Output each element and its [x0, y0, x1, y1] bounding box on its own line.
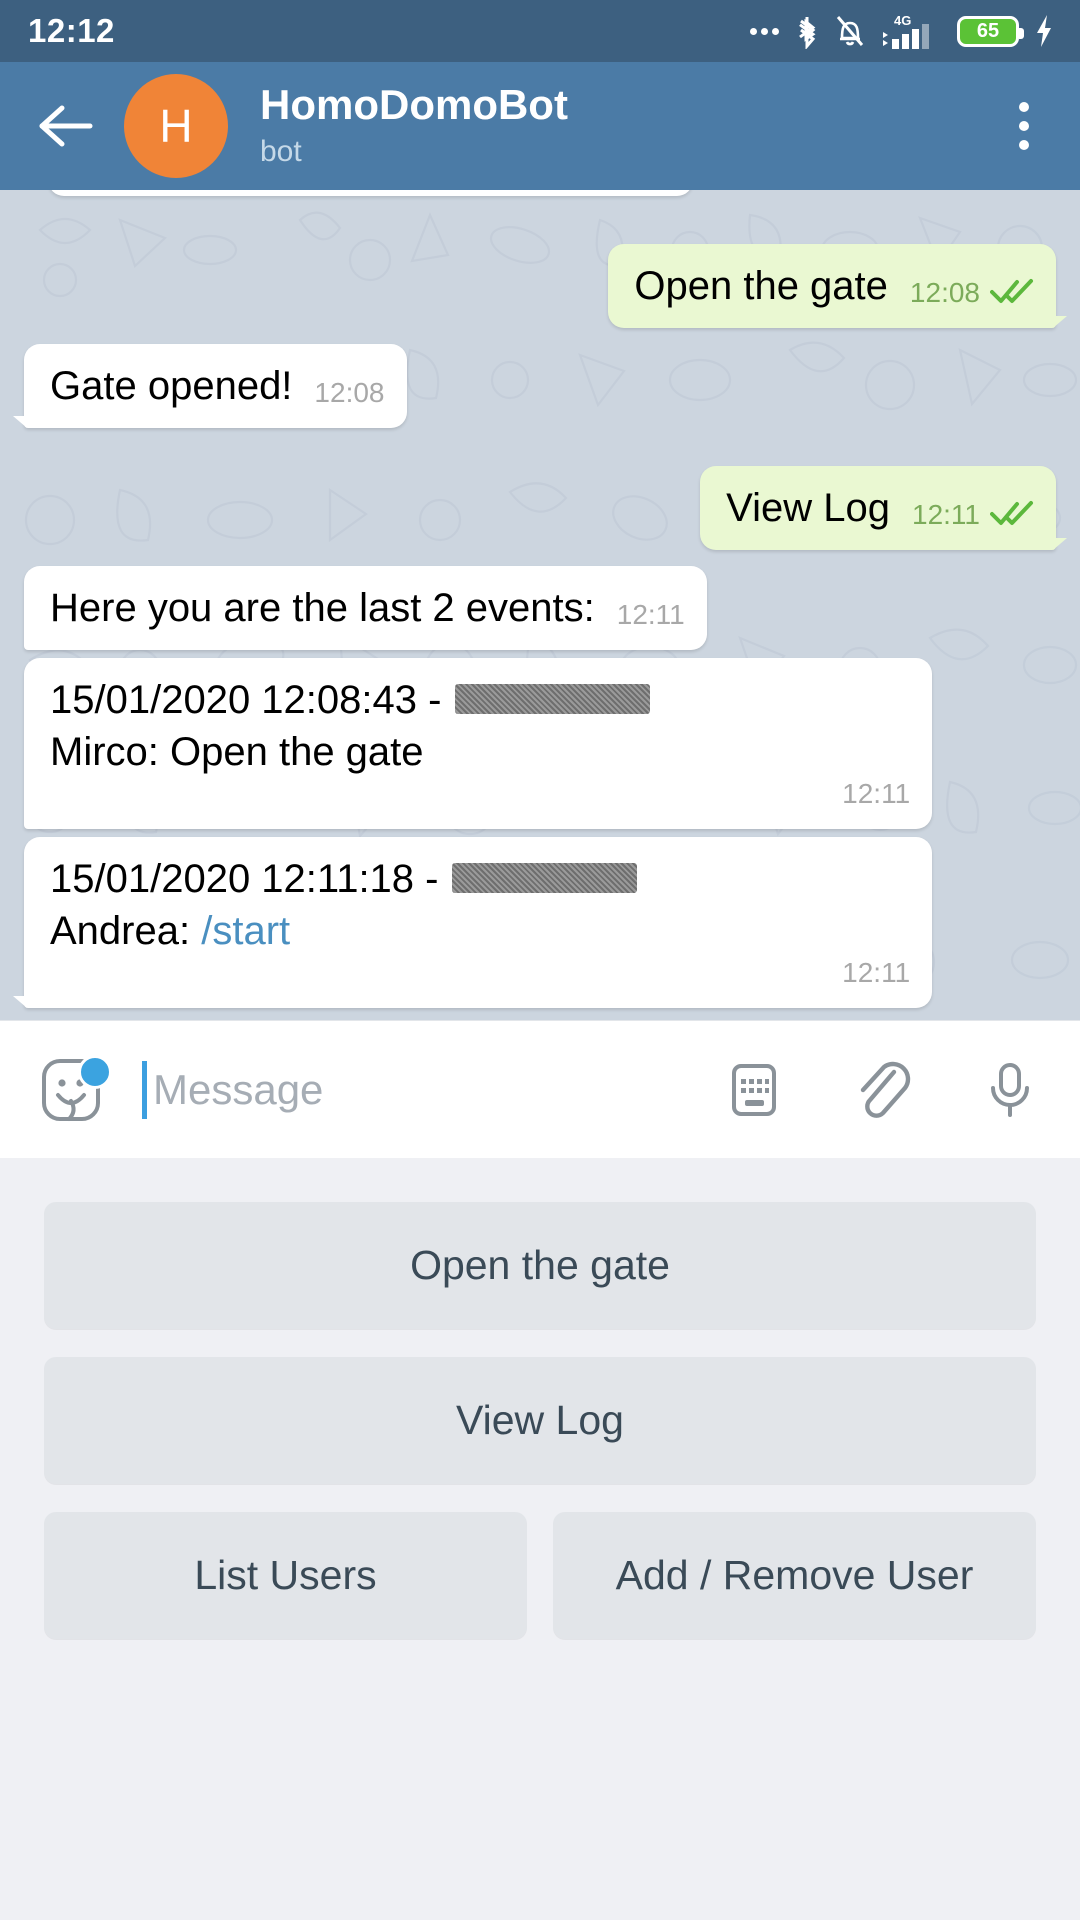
- log-entry-timestamp: 15/01/2020 12:11:18 -: [50, 857, 450, 901]
- message-text: Gate opened!: [50, 364, 293, 408]
- overflow-menu-icon[interactable]: [994, 86, 1054, 166]
- message-timestamp: 12:11: [842, 957, 911, 988]
- keyboard-button-add-remove-user[interactable]: Add / Remove User: [553, 1512, 1036, 1639]
- microphone-icon[interactable]: [974, 1054, 1046, 1126]
- keyboard-row: List Users Add / Remove User: [44, 1512, 1036, 1639]
- notifications-muted-icon: [835, 13, 865, 49]
- message-row: 15/01/2020 12:11:18 - Andrea: /start 12:…: [12, 837, 1056, 1008]
- search-input[interactable]: Message: [142, 1060, 694, 1119]
- message-bubble-open-gate[interactable]: Open the gate 12:08: [608, 244, 1067, 328]
- message-meta: 12:11: [842, 957, 910, 992]
- message-text: View Log: [726, 486, 890, 530]
- more-dots-icon: [750, 27, 779, 35]
- log-entry-line-1: 15/01/2020 12:08:43 -: [50, 674, 652, 726]
- message-row: View Log 12:11: [24, 466, 1067, 550]
- keyboard-button-open-the-gate[interactable]: Open the gate: [44, 1202, 1036, 1329]
- message-meta: 12:11: [617, 599, 685, 634]
- log-entry-user-line: Andrea: /start: [50, 905, 910, 957]
- message-text: Open the gate: [634, 264, 888, 308]
- keyboard-icon[interactable]: [718, 1054, 790, 1126]
- message-meta: 12:08: [314, 377, 384, 412]
- battery-icon: 65: [957, 15, 1024, 47]
- message-row: 15/01/2020 12:08:43 - Mirco: Open the ga…: [24, 658, 1056, 829]
- double-check-icon: [990, 278, 1034, 309]
- redacted-block: [451, 863, 637, 894]
- message-input-placeholder: Message: [153, 1065, 324, 1113]
- message-timestamp: 12:11: [616, 599, 685, 630]
- status-bar-icons: 4G 65: [750, 12, 1054, 50]
- bot-command-link[interactable]: /start: [201, 909, 290, 953]
- sticker-smiley-icon[interactable]: [36, 1051, 114, 1129]
- message-meta: 12:08: [910, 277, 1034, 312]
- text-cursor: [142, 1060, 147, 1119]
- telegram-chat-screen: 12:12 4G 65 H HomoDomoBot bot Open the g…: [0, 0, 1080, 1920]
- battery-percent-label: 65: [976, 20, 1000, 42]
- paperclip-icon[interactable]: [846, 1054, 918, 1126]
- status-bar-clock: 12:12: [28, 12, 115, 49]
- signal-4g-icon: 4G: [880, 12, 942, 50]
- avatar-initial: H: [159, 100, 193, 152]
- messages-container: Open the gate 12:08 Gate opened! 12:08 V…: [12, 190, 1067, 1020]
- log-entry-timestamp-line: 15/01/2020 12:11:18 -: [50, 853, 639, 905]
- log-entry-username: Andrea:: [50, 909, 202, 953]
- message-timestamp: 12:08: [909, 277, 980, 308]
- keyboard-row: View Log: [44, 1357, 1036, 1484]
- message-row: Here you are the last 2 events: 12:11: [24, 566, 1056, 650]
- message-row: Gate opened! 12:08: [13, 344, 1056, 428]
- chat-subtitle: bot: [260, 134, 302, 168]
- charging-bolt-icon: [1034, 13, 1054, 49]
- chat-header: H HomoDomoBot bot: [0, 62, 1080, 190]
- message-meta: 12:11: [912, 499, 1034, 534]
- message-bubble-log-entry-1[interactable]: 15/01/2020 12:08:43 - Mirco: Open the ga…: [24, 658, 933, 829]
- message-bubble-log-entry-2[interactable]: 15/01/2020 12:11:18 - Andrea: /start 12:…: [12, 837, 933, 1008]
- svg-text:4G: 4G: [894, 13, 911, 28]
- double-check-icon: [990, 500, 1034, 531]
- message-meta: 12:11: [842, 778, 910, 813]
- status-bar: 12:12 4G 65: [0, 0, 1080, 62]
- custom-reply-keyboard: Open the gate View Log List Users Add / …: [0, 1158, 1080, 1920]
- clipped-message-bubble[interactable]: [48, 190, 693, 196]
- log-entry-line-2: Mirco: Open the gate: [50, 730, 424, 774]
- message-timestamp: 12:08: [314, 377, 385, 408]
- message-bubble-gate-opened[interactable]: Gate opened! 12:08: [13, 344, 407, 428]
- chat-title-block[interactable]: HomoDomoBot bot: [260, 81, 994, 170]
- message-text: Here you are the last 2 events:: [50, 586, 595, 630]
- message-timestamp: 12:11: [842, 778, 911, 809]
- keyboard-button-view-log[interactable]: View Log: [44, 1357, 1036, 1484]
- message-timestamp: 12:11: [912, 499, 980, 530]
- keyboard-button-list-users[interactable]: List Users: [44, 1512, 527, 1639]
- log-entry-timestamp: 15/01/2020 12:08:43 -: [50, 678, 453, 722]
- message-list[interactable]: Open the gate 12:08 Gate opened! 12:08 V…: [0, 190, 1080, 1020]
- avatar[interactable]: H: [124, 74, 228, 178]
- message-bubble-view-log[interactable]: View Log 12:11: [700, 466, 1067, 550]
- back-arrow-icon[interactable]: [34, 95, 96, 157]
- bluetooth-icon: [794, 13, 820, 49]
- keyboard-row: Open the gate: [44, 1202, 1036, 1329]
- message-input-bar: Message: [0, 1020, 1080, 1158]
- message-bubble-last-events[interactable]: Here you are the last 2 events: 12:11: [24, 566, 707, 650]
- message-row: Open the gate 12:08: [24, 244, 1067, 328]
- page-title: HomoDomoBot: [260, 81, 568, 129]
- input-bar-actions: [718, 1054, 1046, 1126]
- sticker-badge-dot: [78, 1054, 112, 1089]
- redacted-block: [454, 684, 650, 715]
